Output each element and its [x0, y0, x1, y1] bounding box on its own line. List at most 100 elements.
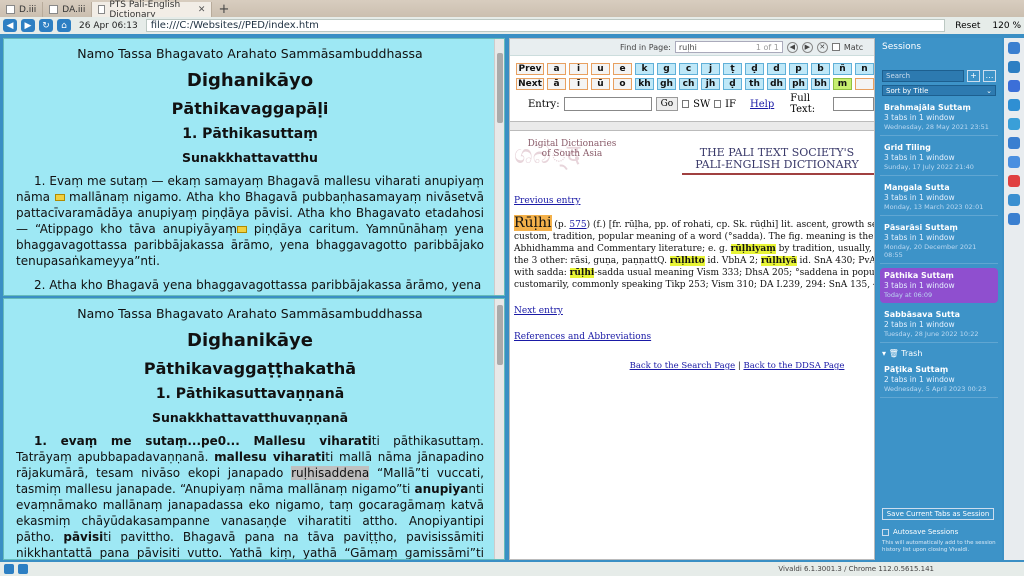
letter-button[interactable]: n	[855, 63, 874, 75]
letter-button[interactable]: k	[635, 63, 654, 75]
find-close-icon[interactable]: ✕	[816, 41, 828, 53]
new-session-button[interactable]: +	[967, 70, 980, 82]
session-item[interactable]: Pāthika Suttaṃ 3 tabs in 1 window Today at…	[880, 268, 998, 303]
fulltext-input[interactable]	[833, 97, 874, 111]
letter-button[interactable]: ph	[789, 78, 808, 90]
find-next-icon[interactable]: ▶	[801, 41, 813, 53]
notes-icon[interactable]	[1008, 99, 1020, 111]
autosave-checkbox	[882, 528, 889, 536]
match-case-checkbox[interactable]	[831, 43, 840, 51]
letter-button[interactable]: d	[767, 63, 786, 75]
save-session-button[interactable]: Save Current Tabs as Session	[882, 508, 994, 520]
settings-icon[interactable]	[1008, 213, 1020, 225]
back-to-search-link[interactable]: Back to the Search Page	[630, 361, 736, 371]
back-icon[interactable]: ◀	[3, 19, 17, 32]
reload-icon[interactable]: ↻	[39, 19, 53, 32]
zoom-reset-button[interactable]: Reset	[955, 21, 980, 31]
headword: Rūḷhi	[514, 215, 552, 231]
sessions-menu-button[interactable]: …	[983, 70, 996, 82]
vagga-title: Pāthikavaggapāḷi	[171, 99, 329, 118]
letter-button[interactable]: kh	[635, 78, 654, 90]
go-button[interactable]: Go	[655, 97, 679, 111]
letter-button[interactable]: m	[833, 78, 852, 90]
letter-button[interactable]: c	[679, 63, 698, 75]
sessions-icon[interactable]	[1008, 156, 1020, 168]
sessions-search-input[interactable]: Search	[882, 70, 964, 82]
reading-list-icon[interactable]	[1008, 118, 1020, 130]
session-item[interactable]: Brahmajāla Suttaṃ 3 tabs in 1 window Wedne…	[880, 100, 998, 136]
collection-title: Dighanikāyo	[186, 70, 314, 91]
commentary-pane: Namo Tassa Bhagavato Arahato Sammāsambud…	[3, 298, 505, 560]
next-button[interactable]: Next	[516, 78, 544, 90]
letter-button[interactable]: j	[701, 63, 720, 75]
find-input[interactable]: ruḷhi 1 of 1	[674, 41, 783, 53]
letter-button[interactable]: p	[789, 63, 808, 75]
panel-toggle-icon[interactable]	[4, 564, 14, 574]
letter-button[interactable]: ñ	[833, 63, 852, 75]
previous-entry-link[interactable]: Previous entry	[514, 196, 580, 206]
home-icon[interactable]: ⌂	[57, 19, 71, 32]
url-field[interactable]: file:///C:/Websites//PED/index.htm	[145, 19, 946, 32]
zoom-level[interactable]: 120 %	[992, 21, 1021, 31]
session-item[interactable]: Grid Tiling 3 tabs in 1 window Sunday, 17 …	[880, 140, 998, 176]
letter-button[interactable]: b	[811, 63, 830, 75]
session-item[interactable]: Pāsarāsi Suttaṃ 3 tabs in 1 window Monday,…	[880, 220, 998, 264]
references-link[interactable]: References and Abbreviations	[514, 332, 651, 342]
sw-checkbox[interactable]	[682, 100, 690, 108]
bookmarks-icon[interactable]	[1008, 42, 1020, 54]
entry-input[interactable]	[563, 97, 652, 111]
letter-button[interactable]: e	[613, 63, 632, 75]
letter-button[interactable]: ḍ	[723, 78, 742, 90]
letter-button[interactable]: dh	[767, 78, 786, 90]
downloads-icon[interactable]	[1008, 61, 1020, 73]
help-link[interactable]: Help	[750, 99, 774, 110]
new-tab-button[interactable]: +	[212, 2, 235, 17]
note-icon[interactable]	[54, 194, 65, 201]
letter-button[interactable]: ch	[679, 78, 698, 90]
forward-icon[interactable]: ▶	[21, 19, 35, 32]
prev-button[interactable]: Prev	[516, 63, 544, 75]
letter-button[interactable]	[855, 78, 874, 90]
letter-button[interactable]: gh	[657, 78, 676, 90]
window-icon[interactable]	[1008, 137, 1020, 149]
letter-button[interactable]: ā	[547, 78, 566, 90]
tab-da-iii[interactable]: DA.iii	[43, 2, 93, 17]
scrollbar[interactable]	[494, 299, 504, 559]
entry-row: Entry: Go SW IF Help Full Text:	[510, 93, 874, 115]
autosave-toggle[interactable]: Autosave Sessions	[882, 528, 958, 536]
sync-icon[interactable]	[18, 564, 28, 574]
youtube-icon[interactable]	[1008, 175, 1020, 187]
letter-button[interactable]: th	[745, 78, 764, 90]
letter-button[interactable]: g	[657, 63, 676, 75]
letter-button[interactable]: ḍ	[745, 63, 764, 75]
back-to-ddsa-link[interactable]: Back to the DDSA Page	[743, 361, 844, 371]
letter-button[interactable]: o	[613, 78, 632, 90]
letter-button[interactable]: bh	[811, 78, 830, 90]
letter-button[interactable]: ṭ	[723, 63, 742, 75]
next-entry-link[interactable]: Next entry	[514, 306, 563, 316]
session-item[interactable]: Sabbāsava Sutta 2 tabs in 1 window Tuesday…	[880, 307, 998, 343]
trash-session-item[interactable]: Pāṭika Suttaṃ 2 tabs in 1 window Wednesd…	[880, 362, 998, 398]
session-item[interactable]: Mangala Sutta 3 tabs in 1 window Monday, 1…	[880, 180, 998, 216]
scrollbar[interactable]	[494, 39, 504, 295]
close-tab-icon[interactable]: ✕	[198, 5, 206, 15]
if-checkbox[interactable]	[714, 100, 722, 108]
add-panel-icon[interactable]	[1008, 194, 1020, 206]
letter-button[interactable]: i	[569, 63, 588, 75]
tab-d-iii[interactable]: D.iii	[0, 2, 44, 17]
page-icon	[6, 5, 15, 14]
letter-button[interactable]: jh	[701, 78, 720, 90]
namo-heading: Namo Tassa Bhagavato Arahato Sammāsambud…	[77, 306, 423, 321]
letter-button[interactable]: u	[591, 63, 610, 75]
letter-button[interactable]: ī	[569, 78, 588, 90]
page-link[interactable]: 575	[569, 220, 586, 230]
find-prev-icon[interactable]: ◀	[786, 41, 798, 53]
status-bar: Vivaldi 6.1.3001.3 / Chrome 112.0.5615.1…	[0, 562, 1024, 576]
letter-button[interactable]: a	[547, 63, 566, 75]
note-icon[interactable]	[236, 226, 247, 233]
history-icon[interactable]	[1008, 80, 1020, 92]
sort-select[interactable]: Sort by Title ⌄	[882, 85, 996, 96]
letter-button[interactable]: ū	[591, 78, 610, 90]
trash-section[interactable]: ▾ 🗑 Trash	[882, 349, 996, 358]
tab-pts-dictionary[interactable]: PTS Pali-English Dictionary ✕	[92, 0, 213, 20]
